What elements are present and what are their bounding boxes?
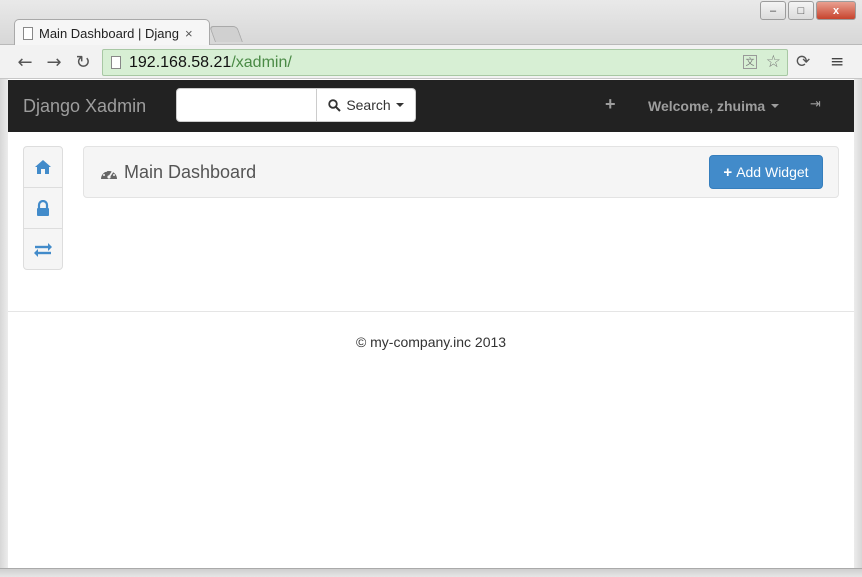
forward-button[interactable]: → [43,51,65,73]
search-icon [328,98,342,112]
chevron-down-icon [395,103,404,107]
url-path: /xadmin/ [231,53,292,71]
search-input[interactable] [176,88,317,122]
new-tab-button[interactable] [209,26,243,42]
minimize-button[interactable]: – [760,1,786,20]
add-widget-button[interactable]: + Add Widget [709,155,823,189]
browser-tab[interactable]: Main Dashboard | Django Xadmin × [14,19,210,46]
window-frame-right [854,79,862,569]
sidebar-item-home[interactable] [24,147,62,188]
top-navbar: Django Xadmin Search + Welcome, zhuima ⇥ [8,80,854,132]
footer-copyright: © my-company.inc 2013 [355,334,507,350]
back-button[interactable]: ← [14,51,36,73]
page-icon [23,26,33,40]
page-title: Main Dashboard [100,162,256,183]
maximize-button[interactable]: □ [788,1,814,20]
logout-icon[interactable]: ⇥ [810,97,821,112]
brand-link[interactable]: Django Xadmin [23,96,146,117]
footer-divider [8,311,854,312]
sidebar-item-lock[interactable] [24,188,62,229]
search-group: Search [176,88,416,122]
page-icon [111,56,121,69]
tab-title: Main Dashboard | Django Xadmin [39,25,179,41]
dashboard-header: Main Dashboard + Add Widget [83,146,839,198]
user-menu[interactable]: Welcome, zhuima [648,98,780,114]
sidebar-item-exchange[interactable] [24,229,62,270]
welcome-text: Welcome, zhuima [648,98,766,114]
add-widget-label: Add Widget [736,164,809,180]
close-window-button[interactable]: x [816,1,856,20]
window-controls: – □ x [760,1,856,20]
translate-icon[interactable]: 文 [743,55,757,69]
chevron-down-icon [771,104,780,108]
window-frame-left [0,79,8,569]
search-button[interactable]: Search [317,88,416,122]
tab-close-icon[interactable]: × [185,26,193,41]
dashboard-icon [101,169,117,179]
url-host: 192.168.58.21 [129,53,232,71]
window-frame-bottom [0,568,862,577]
side-nav [23,146,63,270]
search-button-label: Search [346,97,391,113]
browser-titlebar: Main Dashboard | Django Xadmin × – □ x [0,0,862,46]
address-bar[interactable]: 192.168.58.21/xadmin/ 文 ☆ [102,49,788,76]
browser-toolbar: ← → ↻ 192.168.58.21/xadmin/ 文 ☆ ⟳ ≡ [0,45,862,79]
page-title-text: Main Dashboard [124,162,257,182]
browser-menu-icon[interactable]: ≡ [830,52,844,72]
bookmark-star-icon[interactable]: ☆ [766,52,781,72]
reload-button[interactable]: ↻ [72,51,94,73]
extension-icon[interactable]: ⟳ [796,52,810,72]
exchange-icon [34,242,52,257]
plus-icon: + [723,163,733,181]
lock-icon [37,199,49,216]
home-icon [35,160,51,174]
add-icon[interactable]: + [605,94,616,115]
